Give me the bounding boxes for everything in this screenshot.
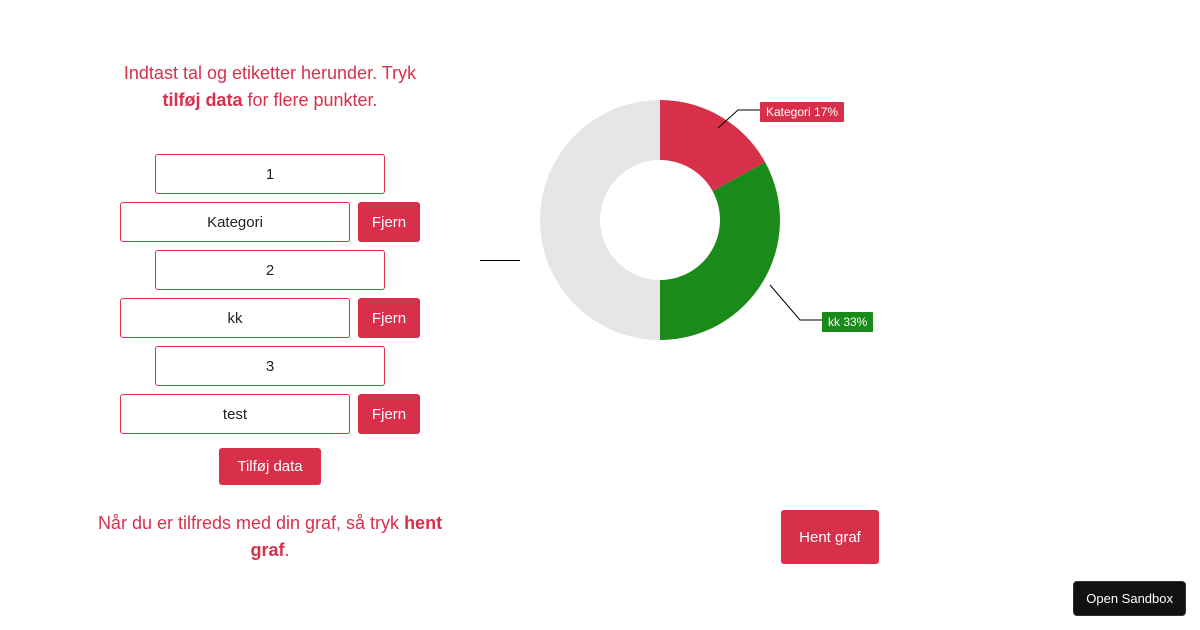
slice-label-kategori: Kategori 17% bbox=[760, 102, 844, 122]
remove-button[interactable]: Fjern bbox=[358, 202, 420, 242]
donut-slice-kk bbox=[660, 162, 780, 340]
remove-button[interactable]: Fjern bbox=[358, 298, 420, 338]
axis-tick bbox=[480, 260, 520, 261]
fetch-graph-button[interactable]: Hent graf bbox=[781, 510, 879, 564]
value-input[interactable] bbox=[155, 250, 385, 290]
label-input[interactable] bbox=[120, 394, 350, 434]
value-input[interactable] bbox=[155, 346, 385, 386]
instruction-top: Indtast tal og etiketter herunder. Tryk … bbox=[110, 60, 430, 114]
instruction-bottom-pre: Når du er tilfreds med din graf, så tryk bbox=[98, 513, 404, 533]
donut-svg bbox=[520, 80, 800, 360]
data-rows: Fjern Fjern Fjern Tilføj data bbox=[80, 154, 460, 485]
open-sandbox-button[interactable]: Open Sandbox bbox=[1073, 581, 1186, 616]
instruction-bottom: Når du er tilfreds med din graf, så tryk… bbox=[0, 510, 460, 564]
donut-slice-other bbox=[540, 100, 660, 340]
label-input[interactable] bbox=[120, 298, 350, 338]
label-row: Fjern bbox=[80, 298, 460, 338]
label-row: Fjern bbox=[80, 394, 460, 434]
value-input[interactable] bbox=[155, 154, 385, 194]
instruction-top-pre: Indtast tal og etiketter herunder. Tryk bbox=[124, 63, 416, 83]
instruction-top-bold: tilføj data bbox=[162, 90, 242, 110]
instruction-top-post: for flere punkter. bbox=[242, 90, 377, 110]
label-row: Fjern bbox=[80, 202, 460, 242]
donut-chart: Kategori 17% kk 33% bbox=[460, 60, 1060, 420]
remove-button[interactable]: Fjern bbox=[358, 394, 420, 434]
label-input[interactable] bbox=[120, 202, 350, 242]
slice-label-kk: kk 33% bbox=[822, 312, 873, 332]
instruction-bottom-post: . bbox=[285, 540, 290, 560]
add-data-button[interactable]: Tilføj data bbox=[219, 448, 320, 485]
